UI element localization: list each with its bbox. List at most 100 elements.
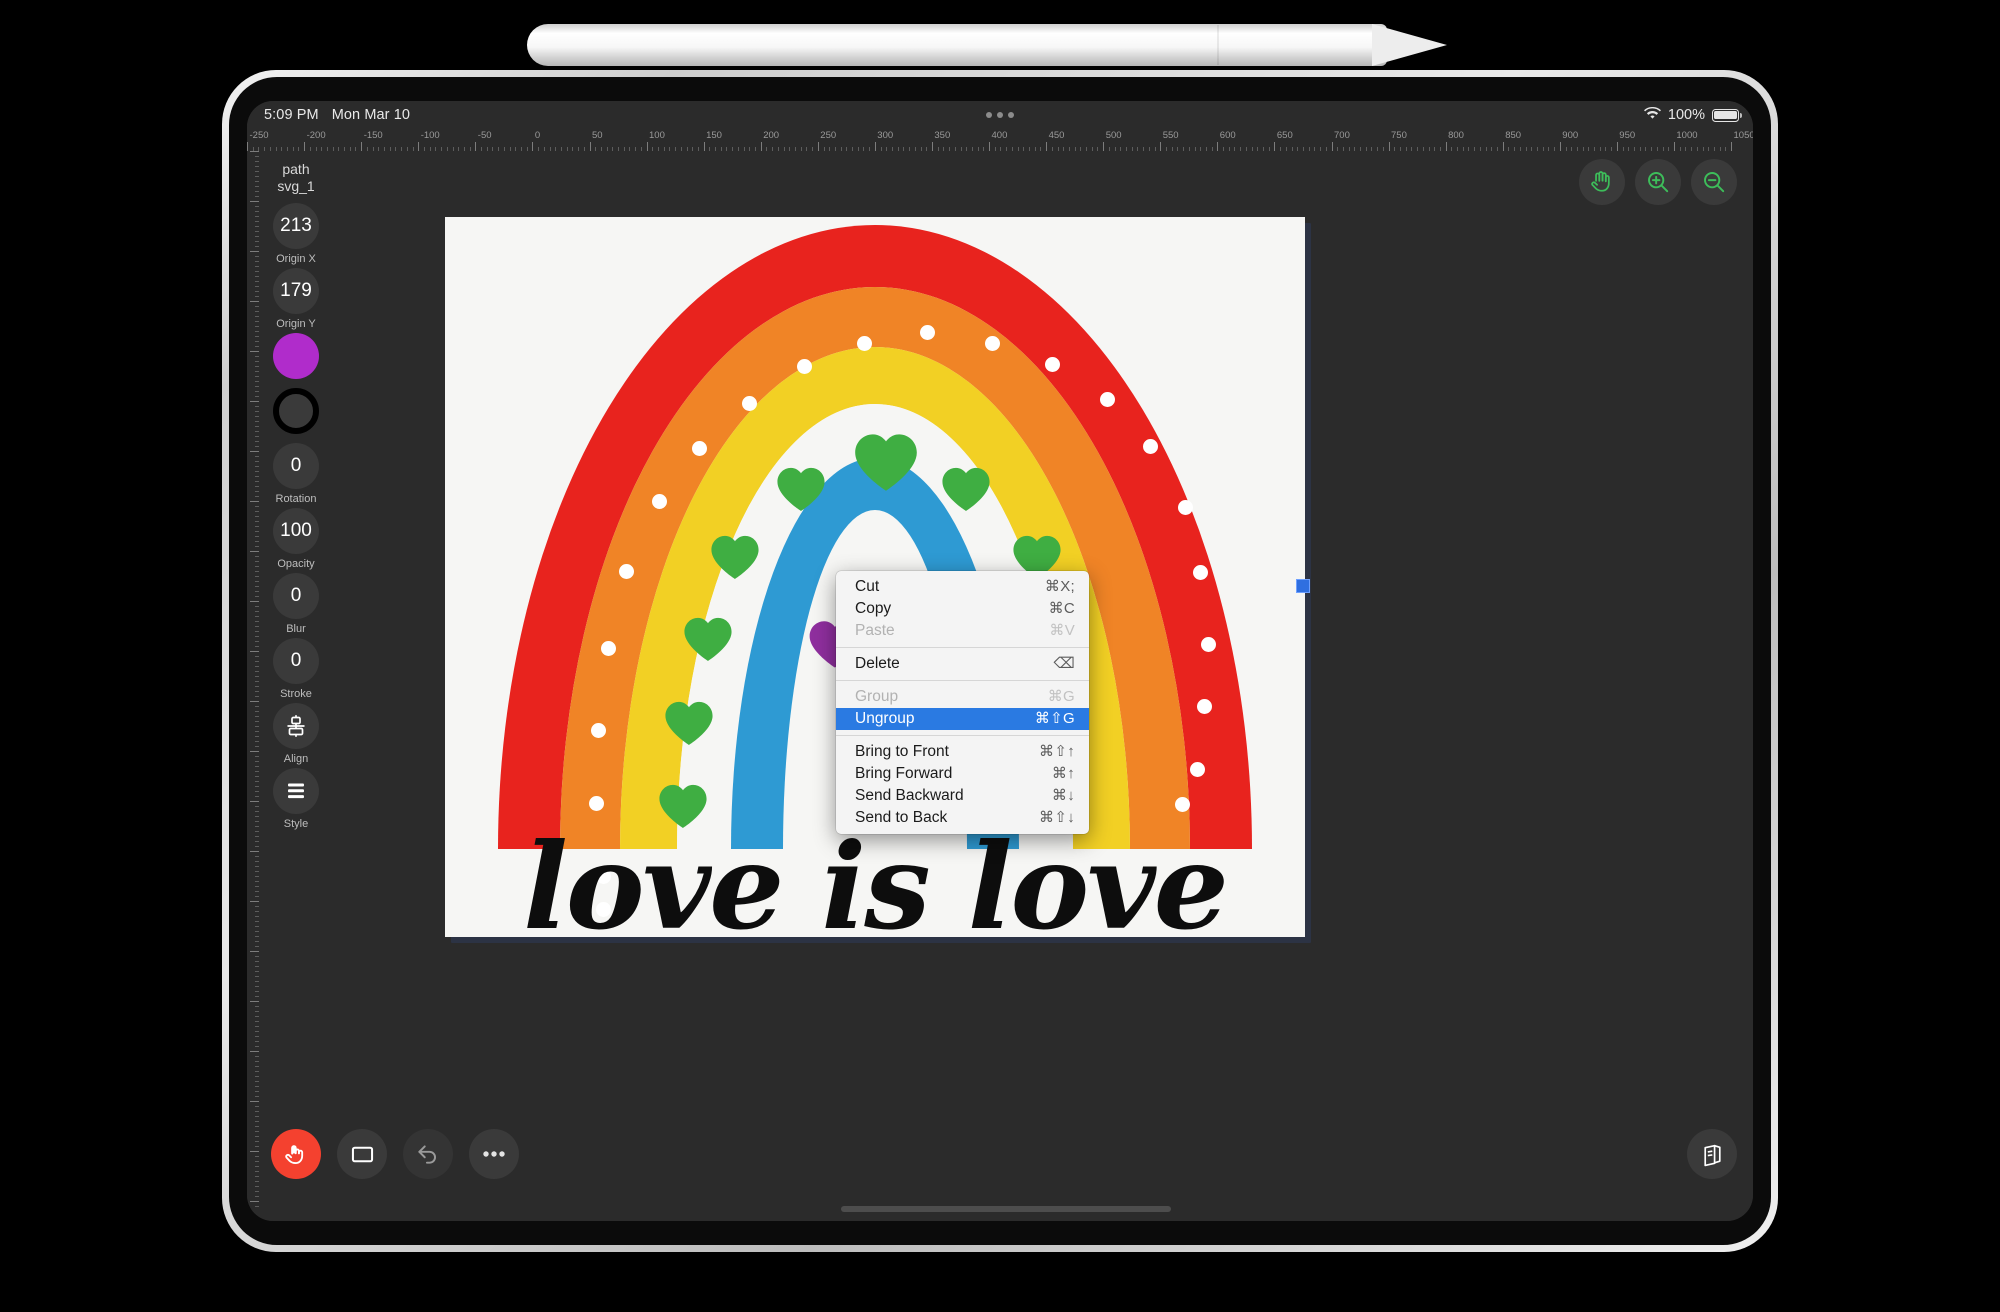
- ruler-tick: [255, 496, 259, 497]
- property-fill-color[interactable]: [273, 333, 319, 379]
- horizontal-ruler[interactable]: -250 -200 -150 -100 -50 0 50 100 150 200 250 300 350…: [247, 129, 1753, 151]
- ruler-tick: [255, 1146, 259, 1147]
- context-menu-item-bring-to-front[interactable]: Bring to Front ⌘⇧↑: [836, 741, 1089, 763]
- property-rotation[interactable]: 0 Rotation: [273, 443, 319, 505]
- rotation-value[interactable]: 0: [273, 443, 319, 489]
- dot: [1100, 392, 1115, 407]
- ruler-tick: [1377, 147, 1379, 151]
- ruler-tick: [1000, 147, 1002, 151]
- ruler-tick: [250, 951, 259, 952]
- ruler-tick: [255, 461, 259, 462]
- ruler-tick: [255, 1116, 259, 1117]
- ruler-tick: [1502, 142, 1504, 151]
- context-menu-item-send-backward[interactable]: Send Backward ⌘↓: [836, 785, 1089, 807]
- ruler-tick: [1046, 142, 1048, 151]
- ruler-tick: [646, 142, 648, 151]
- ruler-tick: [255, 406, 259, 407]
- ruler-tick: [255, 1106, 259, 1107]
- ruler-tick: [412, 147, 414, 151]
- stroke-color-swatch[interactable]: [273, 388, 319, 434]
- ruler-tick: [255, 1086, 259, 1087]
- ruler-tick: [1559, 142, 1561, 151]
- more-options-button[interactable]: [469, 1129, 519, 1179]
- rectangle-tool-button[interactable]: [337, 1129, 387, 1179]
- context-menu-item-send-to-back[interactable]: Send to Back ⌘⇧↓: [836, 807, 1089, 829]
- dot: [591, 723, 606, 738]
- property-opacity[interactable]: 100 Opacity: [273, 508, 319, 570]
- ruler-tick: [255, 591, 259, 592]
- vertical-ruler[interactable]: [247, 151, 259, 1221]
- context-menu[interactable]: Cut ⌘X; Copy ⌘C Paste ⌘V Delete ⌫ Group ⌘G Ungroup…: [836, 571, 1089, 834]
- artwork-title-text[interactable]: love is love: [445, 817, 1305, 937]
- align-icon[interactable]: [273, 703, 319, 749]
- ruler-tick: [1365, 147, 1367, 151]
- ruler-tick: [1554, 147, 1556, 151]
- fill-color-swatch[interactable]: [273, 333, 319, 379]
- context-menu-item-ungroup[interactable]: Ungroup ⌘⇧G: [836, 708, 1089, 730]
- selection-handle-right[interactable]: [1296, 579, 1310, 593]
- ruler-tick: [857, 147, 859, 151]
- ruler-tick: [595, 147, 597, 151]
- ruler-tick: [1622, 147, 1624, 151]
- context-menu-item-copy[interactable]: Copy ⌘C: [836, 598, 1089, 620]
- view-tools: [1579, 159, 1737, 205]
- stroke-width-value[interactable]: 0: [273, 638, 319, 684]
- ruler-tick: [349, 147, 351, 151]
- ruler-tick: [663, 147, 665, 151]
- context-menu-item-cut[interactable]: Cut ⌘X;: [836, 576, 1089, 598]
- ruler-tick: [304, 142, 306, 151]
- ruler-tick: [1108, 147, 1110, 151]
- pencil-seam: [1217, 25, 1219, 65]
- ruler-tick: [1223, 147, 1224, 151]
- align-button[interactable]: Align: [273, 703, 319, 765]
- ruler-tick: [255, 846, 259, 847]
- ruler-tick: [560, 147, 562, 151]
- ruler-tick: [255, 616, 259, 617]
- ruler-tick: [1439, 147, 1441, 151]
- ruler-tick: [1394, 147, 1396, 151]
- property-stroke-color[interactable]: [273, 388, 319, 434]
- ruler-tick: [255, 546, 259, 547]
- select-tool-button[interactable]: [271, 1129, 321, 1179]
- ruler-tick: [255, 831, 259, 832]
- undo-button[interactable]: [403, 1129, 453, 1179]
- opacity-value[interactable]: 100: [273, 508, 319, 554]
- blur-value[interactable]: 0: [273, 573, 319, 619]
- ruler-tick: [977, 147, 979, 151]
- ruler-label: 800: [1448, 130, 1464, 141]
- ruler-tick: [1702, 147, 1704, 151]
- ruler-tick: [355, 147, 357, 151]
- multitasking-dots-icon[interactable]: [986, 112, 1014, 118]
- style-button[interactable]: Style: [273, 768, 319, 830]
- ruler-tick: [1599, 147, 1601, 151]
- context-menu-item-delete[interactable]: Delete ⌫: [836, 653, 1089, 675]
- ruler-tick: [458, 147, 460, 151]
- context-menu-item-shortcut: ⌘↓: [1051, 787, 1075, 804]
- property-origin-x[interactable]: 213 Origin X: [273, 203, 319, 265]
- zoom-in-button[interactable]: [1635, 159, 1681, 205]
- ruler-tick: [486, 147, 488, 151]
- property-stroke-width[interactable]: 0 Stroke: [273, 638, 319, 700]
- layers-panel-button[interactable]: [1687, 1129, 1737, 1179]
- property-blur[interactable]: 0 Blur: [273, 573, 319, 635]
- ruler-label: 950: [1619, 130, 1636, 141]
- origin-y-value[interactable]: 179: [273, 268, 319, 314]
- home-indicator[interactable]: [841, 1206, 1171, 1212]
- zoom-out-button[interactable]: [1691, 159, 1737, 205]
- origin-x-value[interactable]: 213: [273, 203, 319, 249]
- ruler-tick: [250, 601, 259, 602]
- ruler-tick: [255, 286, 259, 287]
- property-origin-y[interactable]: 179 Origin Y: [273, 268, 319, 330]
- ruler-tick: [1685, 147, 1687, 151]
- ruler-tick: [418, 142, 420, 151]
- ruler-tick: [255, 621, 259, 622]
- style-icon[interactable]: [273, 768, 319, 814]
- context-menu-item-shortcut: ⌘C: [1048, 600, 1075, 617]
- ruler-tick: [452, 147, 454, 151]
- ruler-tick: [255, 306, 259, 307]
- ruler-tick: [255, 671, 259, 672]
- ruler-tick: [255, 1081, 259, 1082]
- context-menu-item-bring-forward[interactable]: Bring Forward ⌘↑: [836, 763, 1089, 785]
- ruler-tick: [652, 147, 654, 151]
- pan-tool-button[interactable]: [1579, 159, 1625, 205]
